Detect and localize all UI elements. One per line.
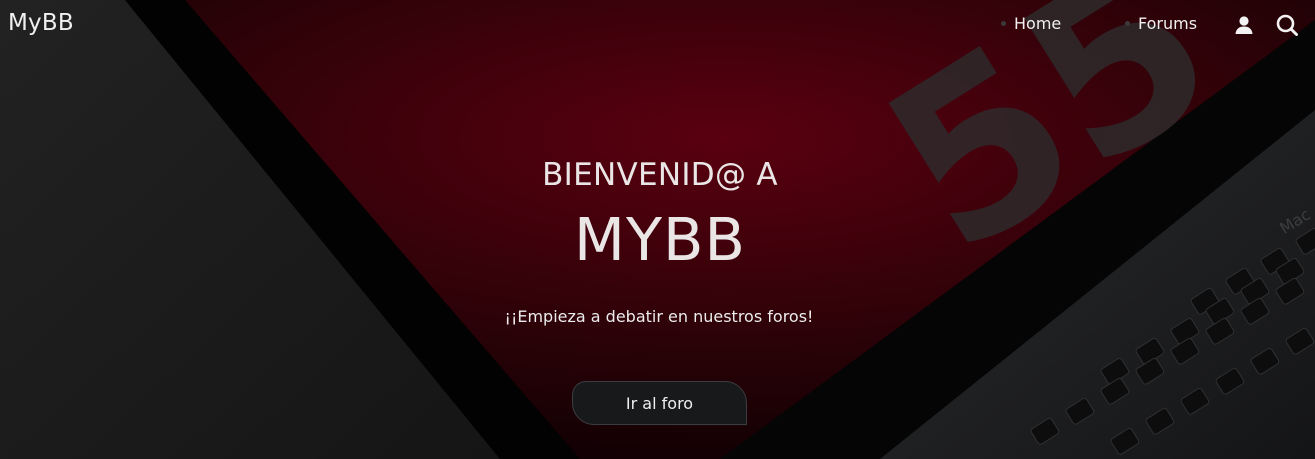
hero-site-name: MYBB	[574, 205, 746, 274]
hero-content: BIENVENID@ A MYBB ¡¡Empieza a debatir en…	[0, 0, 1315, 459]
hero-welcome-heading: BIENVENID@ A	[542, 157, 778, 193]
hero-section: 55 Mac MyBB Home Forums BIENVENID@ A MYB…	[0, 0, 1315, 459]
go-to-forum-button[interactable]: Ir al foro	[572, 381, 747, 425]
hero-tagline: ¡¡Empieza a debatir en nuestros foros!	[504, 307, 814, 326]
